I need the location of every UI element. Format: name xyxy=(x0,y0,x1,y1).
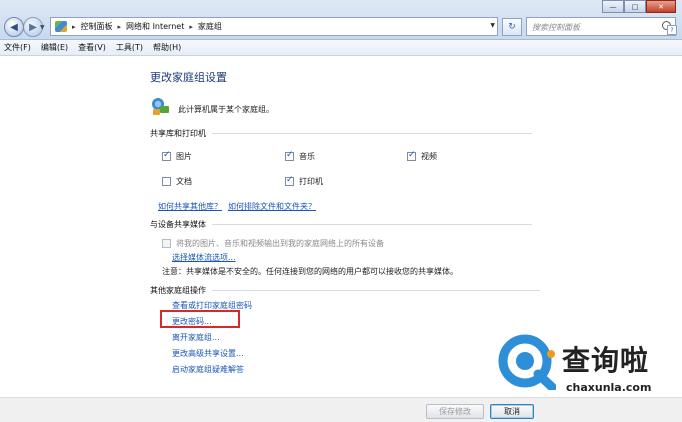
breadcrumb-network[interactable]: 网络和 Internet xyxy=(126,21,184,32)
watermark-logo-icon xyxy=(498,334,556,390)
breadcrumb[interactable]: ▸ 控制面板 ▸ 网络和 Internet ▸ 家庭组 ▼ xyxy=(50,17,498,36)
checkbox-documents-box[interactable] xyxy=(162,177,171,186)
checkbox-pictures-label: 图片 xyxy=(176,152,192,161)
share-section-heading: 共享库和打印机 xyxy=(150,128,532,139)
menu-edit[interactable]: 编辑(E) xyxy=(41,42,68,53)
back-arrow-icon: ◀ xyxy=(10,21,18,33)
menu-tools[interactable]: 工具(T) xyxy=(116,42,143,53)
refresh-icon: ↻ xyxy=(508,22,516,32)
address-dropdown-icon[interactable]: ▼ xyxy=(490,22,495,29)
checkbox-printers-box[interactable] xyxy=(285,175,294,186)
checkbox-music-box[interactable] xyxy=(285,150,294,161)
checkbox-music[interactable]: 音乐 xyxy=(285,150,315,162)
page-title: 更改家庭组设置 xyxy=(150,71,227,84)
control-panel-icon xyxy=(55,21,67,32)
breadcrumb-separator-icon[interactable]: ▸ xyxy=(189,23,193,31)
watermark-text: 查询啦 xyxy=(562,344,650,377)
section-divider xyxy=(212,224,532,225)
close-button[interactable]: ✕ xyxy=(646,0,676,13)
checkbox-videos-label: 视频 xyxy=(421,152,437,161)
minimize-button[interactable]: — xyxy=(602,0,624,13)
checkbox-documents-label: 文档 xyxy=(176,177,192,186)
media-heading-text: 与设备共享媒体 xyxy=(150,220,206,229)
maximize-button[interactable]: □ xyxy=(624,0,646,13)
address-bar: ◀ ▶ ▼ ▸ 控制面板 ▸ 网络和 Internet ▸ 家庭组 ▼ ↻ 搜索… xyxy=(0,0,682,40)
checkbox-documents[interactable]: 文档 xyxy=(162,176,192,187)
breadcrumb-separator-icon[interactable]: ▸ xyxy=(72,23,76,31)
history-dropdown-icon[interactable]: ▼ xyxy=(40,24,45,31)
checkbox-stream-media[interactable]: 将我的图片、音乐和视频输出到我的家庭网络上的所有设备 xyxy=(162,238,384,249)
checkbox-videos-box[interactable] xyxy=(407,150,416,161)
annotation-highlight-box xyxy=(160,310,240,328)
search-placeholder: 搜索控制面板 xyxy=(532,23,580,32)
link-troubleshooter[interactable]: 启动家庭组疑难解答 xyxy=(172,364,244,375)
other-heading-text: 其他家庭组操作 xyxy=(150,286,206,295)
share-heading-text: 共享库和打印机 xyxy=(150,129,206,138)
section-divider xyxy=(212,133,532,134)
link-media-stream-options[interactable]: 选择媒体流选项... xyxy=(172,252,236,263)
breadcrumb-separator-icon[interactable]: ▸ xyxy=(118,23,122,31)
cancel-button[interactable]: 取消 xyxy=(490,404,534,419)
link-share-other-libraries[interactable]: 如何共享其他库？ xyxy=(158,201,222,212)
refresh-button[interactable]: ↻ xyxy=(502,18,522,36)
checkbox-music-label: 音乐 xyxy=(299,152,315,161)
menu-view[interactable]: 查看(V) xyxy=(78,42,106,53)
checkbox-printers-label: 打印机 xyxy=(299,177,323,186)
button-bar xyxy=(0,397,682,422)
checkbox-pictures-box[interactable] xyxy=(162,150,171,161)
forward-arrow-icon: ▶ xyxy=(29,21,37,33)
section-divider xyxy=(212,290,540,291)
save-changes-button[interactable]: 保存修改 xyxy=(426,404,484,419)
link-advanced-sharing[interactable]: 更改高级共享设置... xyxy=(172,348,244,359)
window-controls: — □ ✕ xyxy=(602,0,676,13)
breadcrumb-control-panel[interactable]: 控制面板 xyxy=(81,21,113,32)
link-leave-homegroup[interactable]: 离开家庭组... xyxy=(172,332,220,343)
help-icon[interactable]: ? xyxy=(667,25,677,35)
checkbox-stream-media-box[interactable] xyxy=(162,239,171,248)
menu-file[interactable]: 文件(F) xyxy=(4,42,31,53)
checkbox-stream-media-label: 将我的图片、音乐和视频输出到我的家庭网络上的所有设备 xyxy=(176,239,384,248)
menu-help[interactable]: 帮助(H) xyxy=(153,42,181,53)
link-exclude-files[interactable]: 如何排除文件和文件夹？ xyxy=(228,201,316,212)
search-input[interactable]: 搜索控制面板 xyxy=(526,17,676,36)
watermark-url: chaxunla.com xyxy=(566,381,652,394)
breadcrumb-homegroup[interactable]: 家庭组 xyxy=(198,21,222,32)
homegroup-icon xyxy=(152,98,169,115)
other-section-heading: 其他家庭组操作 xyxy=(150,285,540,296)
checkbox-videos[interactable]: 视频 xyxy=(407,150,437,162)
checkbox-printers[interactable]: 打印机 xyxy=(285,175,323,187)
checkbox-pictures[interactable]: 图片 xyxy=(162,150,192,162)
media-section-heading: 与设备共享媒体 xyxy=(150,219,532,230)
menu-bar: 文件(F) 编辑(E) 查看(V) 工具(T) 帮助(H) xyxy=(0,40,682,56)
back-button[interactable]: ◀ xyxy=(4,17,24,37)
homegroup-status: 此计算机属于某个家庭组。 xyxy=(178,105,274,114)
media-security-note: 注意：共享媒体是不安全的。任何连接到您的网络的用户都可以接收您的共享媒体。 xyxy=(162,267,458,276)
